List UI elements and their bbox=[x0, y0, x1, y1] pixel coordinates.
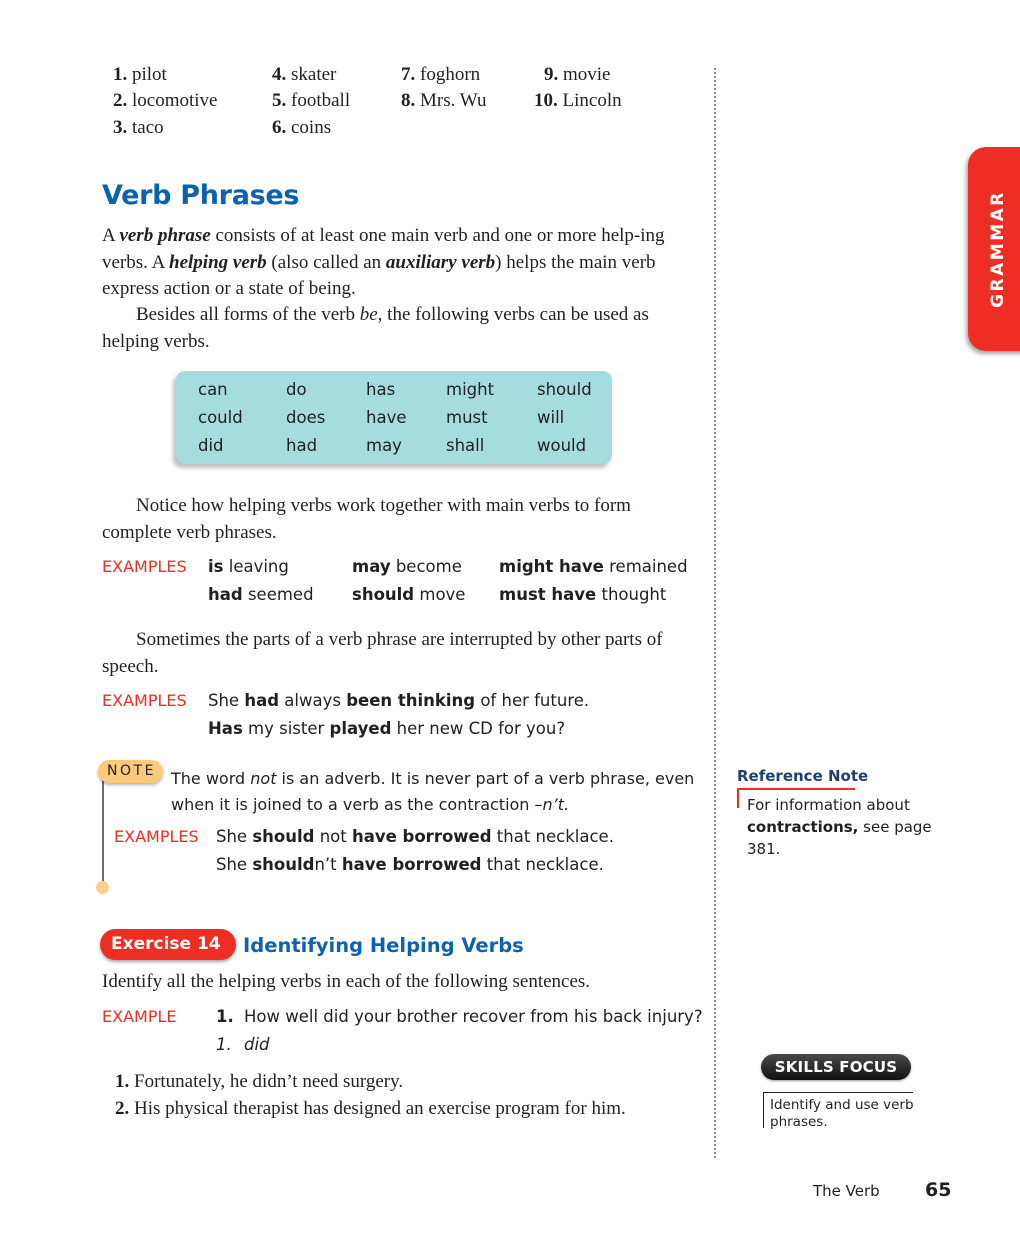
reference-note-body: For information about contractions, see … bbox=[747, 796, 932, 858]
helping-verb: shall bbox=[446, 436, 485, 455]
example-sentence-text: How well did your brother recover from h… bbox=[244, 1007, 703, 1026]
example-phrase: may become bbox=[352, 557, 462, 576]
word-list-item: 7. foghorn bbox=[401, 64, 481, 85]
skills-focus-rule bbox=[763, 1092, 913, 1093]
section-title: Verb Phrases bbox=[102, 180, 300, 211]
example-phrase: had seemed bbox=[208, 585, 314, 604]
notice-paragraph: Notice how helping verbs work together w… bbox=[102, 495, 631, 543]
example-sentence: She had always been thinking of her futu… bbox=[208, 691, 590, 710]
note-text: The word not is an adverb. It is never p… bbox=[171, 769, 695, 814]
note-end-dot bbox=[96, 881, 109, 894]
reference-note-rule bbox=[737, 788, 739, 808]
helping-verb: could bbox=[198, 408, 243, 427]
exercise-item: 1. Fortunately, he didn’t need surgery. bbox=[115, 1071, 404, 1092]
helping-verb: had bbox=[286, 436, 318, 455]
besides-paragraph: Besides all forms of the verb be, the fo… bbox=[102, 304, 649, 352]
exercise-badge: Exercise 14 bbox=[100, 929, 236, 960]
grammar-tab-label: GRAMMAR bbox=[988, 190, 1008, 308]
examples-label: EXAMPLES bbox=[102, 557, 187, 576]
example-label: EXAMPLE bbox=[102, 1007, 177, 1026]
helping-verb: might bbox=[446, 380, 495, 399]
reference-note-title: Reference Note bbox=[737, 767, 869, 785]
skills-focus-text: Identify and use verb phrases. bbox=[770, 1097, 914, 1130]
term-verb-phrase: verb phrase bbox=[119, 225, 211, 246]
helping-verb: should bbox=[537, 380, 592, 399]
word-list-item: 9. movie bbox=[544, 64, 611, 85]
interrupted-paragraph: Sometimes the parts of a verb phrase are… bbox=[102, 629, 663, 677]
helping-verb: do bbox=[286, 380, 307, 399]
helping-verb: does bbox=[286, 408, 326, 427]
word-list-item: 2. locomotive bbox=[113, 90, 218, 111]
example-phrase: should move bbox=[352, 585, 466, 604]
example-phrase: must have thought bbox=[499, 585, 667, 604]
contractions-link[interactable]: contractions, bbox=[747, 818, 858, 836]
example-answer-num: 1. bbox=[216, 1035, 232, 1054]
note-rule bbox=[102, 779, 104, 885]
helping-verb: can bbox=[198, 380, 228, 399]
helping-verb: may bbox=[366, 436, 402, 455]
grammar-side-tab[interactable]: GRAMMAR bbox=[968, 147, 1020, 351]
helping-verb: have bbox=[366, 408, 407, 427]
exercise-item: 2. His physical therapist has designed a… bbox=[115, 1098, 626, 1119]
footer-chapter-label: The Verb bbox=[813, 1182, 880, 1200]
helping-verbs-table: can could did do does had has have may m… bbox=[176, 371, 612, 464]
helping-verb: must bbox=[446, 408, 488, 427]
example-sentence: Has my sister played her new CD for you? bbox=[208, 719, 566, 738]
word-list-item: 6. coins bbox=[272, 117, 332, 138]
example-sentence: She should not have borrowed that neckla… bbox=[216, 827, 614, 846]
example-sentence: She shouldn’t have borrowed that necklac… bbox=[216, 855, 604, 874]
column-divider bbox=[714, 68, 716, 1158]
exercise-title: Identifying Helping Verbs bbox=[243, 934, 524, 957]
helping-verb: did bbox=[198, 436, 224, 455]
example-phrase: might have remained bbox=[499, 557, 688, 576]
skills-focus-rule bbox=[763, 1092, 764, 1128]
word-list-item: 1. pilot bbox=[113, 64, 167, 85]
word-list-item: 8. Mrs. Wu bbox=[401, 90, 487, 111]
term-helping-verb: helping verb bbox=[169, 251, 267, 273]
word-list-item: 3. taco bbox=[113, 117, 164, 138]
examples-label: EXAMPLES bbox=[114, 827, 199, 846]
term-auxiliary-verb: auxiliary verb bbox=[385, 251, 496, 273]
skills-focus-badge: SKILLS FOCUS bbox=[761, 1054, 911, 1080]
word-list-item: 5. football bbox=[272, 90, 351, 111]
example-sentence: 1. bbox=[216, 1007, 234, 1026]
example-phrase: is leaving bbox=[208, 557, 289, 576]
helping-verb: will bbox=[537, 408, 565, 427]
examples-label: EXAMPLES bbox=[102, 691, 187, 710]
page-number: 65 bbox=[925, 1179, 952, 1201]
helping-verb: would bbox=[537, 436, 587, 455]
helping-verb: has bbox=[366, 380, 396, 399]
example-answer: did bbox=[244, 1035, 270, 1054]
exercise-instructions: Identify all the helping verbs in each o… bbox=[102, 971, 591, 992]
word-list-item: 4. skater bbox=[272, 64, 337, 85]
reference-note-rule bbox=[737, 788, 855, 790]
word-list-item: 10. Lincoln bbox=[534, 90, 622, 111]
intro-paragraph: A verb phrase consists of at least one m… bbox=[102, 225, 665, 299]
